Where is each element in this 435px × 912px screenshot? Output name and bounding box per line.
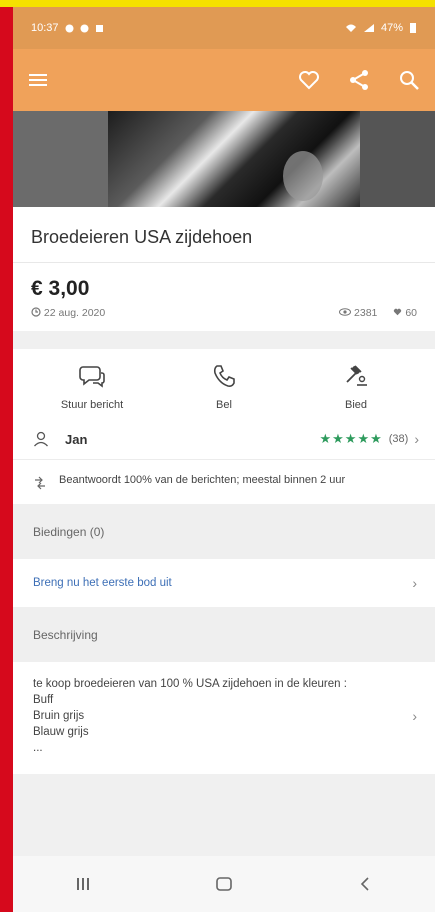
call-button[interactable]: Bel bbox=[169, 363, 279, 411]
top-yellow-border bbox=[0, 0, 435, 7]
chevron-right-icon: › bbox=[414, 431, 419, 447]
seller-rating: ★★★★★ (38) › bbox=[319, 431, 419, 447]
response-rate-row: Beantwoordt 100% van de berichten; meest… bbox=[13, 460, 435, 504]
message-button-label: Stuur bericht bbox=[60, 399, 124, 411]
photo-image bbox=[108, 111, 360, 207]
seller-row[interactable]: Jan ★★★★★ (38) › bbox=[13, 417, 435, 460]
description-line: te koop broedeieren van 100 % USA zijdeh… bbox=[33, 678, 347, 690]
signal-icon bbox=[363, 24, 374, 32]
description-line: ... bbox=[33, 742, 43, 754]
price-section: € 3,00 22 aug. 2020 2381 60 bbox=[13, 263, 435, 331]
description-line: Bruin grijs bbox=[33, 710, 85, 722]
status-bar: 10:37 47% bbox=[13, 7, 435, 49]
listing-photo[interactable] bbox=[13, 111, 435, 207]
title-section: Broedeieren USA zijdehoen bbox=[13, 207, 435, 263]
eye-icon bbox=[339, 308, 352, 316]
listing-info-card: Broedeieren USA zijdehoen € 3,00 22 aug.… bbox=[13, 207, 435, 331]
phone-icon bbox=[213, 365, 235, 387]
description-line: Blauw grijs bbox=[33, 726, 89, 738]
response-text: Beantwoordt 100% van de berichten; meest… bbox=[59, 474, 346, 486]
review-count: (38) bbox=[388, 433, 409, 445]
bid-button[interactable]: Bied bbox=[301, 363, 411, 411]
wifi-icon bbox=[345, 24, 356, 32]
search-icon[interactable] bbox=[397, 68, 421, 92]
gavel-icon bbox=[346, 365, 367, 386]
description-line: Buff bbox=[33, 694, 54, 706]
first-bid-text: Breng nu het eerste bod uit bbox=[33, 577, 172, 589]
call-button-label: Bel bbox=[216, 399, 232, 411]
contact-card: Stuur bericht Bel Bied Jan ★★★★★ (38) › bbox=[13, 349, 435, 504]
clock-icon bbox=[31, 307, 41, 317]
contact-actions: Stuur bericht Bel Bied bbox=[13, 349, 435, 417]
home-icon[interactable] bbox=[204, 864, 244, 904]
description-header: Beschrijving bbox=[13, 607, 435, 662]
message-button[interactable]: Stuur bericht bbox=[37, 363, 147, 411]
battery-icon bbox=[410, 23, 416, 33]
back-icon[interactable] bbox=[345, 864, 385, 904]
listing-date: 22 aug. 2020 bbox=[43, 307, 106, 319]
seller-name: Jan bbox=[65, 431, 88, 447]
system-nav-bar bbox=[13, 856, 435, 912]
status-time: 10:37 bbox=[31, 22, 59, 34]
chevron-right-icon: › bbox=[412, 708, 417, 724]
seller-info: Jan bbox=[33, 431, 87, 447]
notification-icon-3 bbox=[95, 24, 103, 32]
photo-blur-right bbox=[360, 111, 435, 207]
response-icon bbox=[35, 476, 45, 490]
heart-icon[interactable] bbox=[297, 68, 321, 92]
rating-stars: ★★★★★ bbox=[319, 431, 383, 446]
first-bid-link[interactable]: Breng nu het eerste bod uit › bbox=[13, 559, 435, 607]
app-toolbar bbox=[13, 49, 435, 111]
bid-button-label: Bied bbox=[344, 399, 368, 411]
left-red-border bbox=[0, 7, 13, 912]
views-count: 2381 bbox=[354, 307, 378, 319]
heart-small-icon bbox=[394, 308, 402, 316]
favorites-wrap: 60 bbox=[393, 307, 417, 319]
notification-icon-2 bbox=[80, 24, 89, 32]
views-wrap: 2381 bbox=[339, 307, 377, 319]
photo-blur-left bbox=[13, 111, 108, 207]
menu-icon[interactable] bbox=[27, 68, 51, 92]
bids-header: Biedingen (0) bbox=[13, 504, 435, 559]
favorites-count: 60 bbox=[405, 307, 417, 319]
battery-text: 47% bbox=[380, 22, 403, 34]
person-icon bbox=[34, 431, 48, 447]
recent-apps-icon[interactable] bbox=[63, 864, 103, 904]
listing-meta: 22 aug. 2020 2381 60 bbox=[31, 307, 417, 319]
listing-title: Broedeieren USA zijdehoen bbox=[31, 227, 253, 247]
chat-bubble-icon bbox=[79, 366, 105, 388]
share-icon[interactable] bbox=[347, 68, 371, 92]
listing-price: € 3,00 bbox=[31, 277, 90, 300]
photo-egg-detail bbox=[283, 151, 323, 201]
app-screen: 10:37 47% Broedeieren USA zijdehoen € 3,… bbox=[13, 7, 435, 912]
chevron-right-icon: › bbox=[412, 575, 417, 591]
description-body[interactable]: te koop broedeieren van 100 % USA zijdeh… bbox=[13, 662, 435, 774]
listing-date-wrap: 22 aug. 2020 bbox=[31, 307, 105, 319]
section-gap bbox=[13, 331, 435, 349]
listing-stats: 2381 60 bbox=[339, 307, 417, 319]
notification-icon bbox=[65, 24, 74, 32]
description-text: te koop broedeieren van 100 % USA zijdeh… bbox=[33, 676, 393, 756]
